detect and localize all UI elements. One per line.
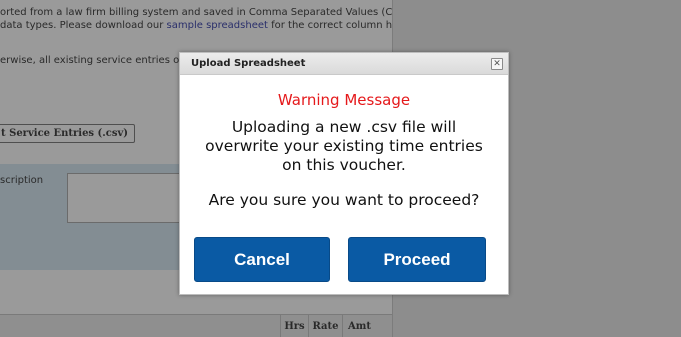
column-header-hrs: Hrs [280,315,308,337]
dialog-title: Upload Spreadsheet [191,58,306,69]
intro-text-after: for the correct column headings [271,20,393,31]
intro-text-before: data types. Please download our [0,20,167,31]
column-header-rate: Rate [308,315,342,337]
warning-message-line: on this voucher. [282,156,406,174]
cancel-button[interactable]: Cancel [194,237,330,282]
sample-spreadsheet-link[interactable]: sample spreadsheet [167,20,268,31]
service-entries-table-header: Hrs Rate Amt [0,314,392,337]
column-header-amt: Amt [342,315,376,337]
overwrite-note: erwise, all existing service entries on … [0,55,199,66]
upload-service-entries-button[interactable]: t Service Entries (.csv) [0,124,136,143]
warning-message: Uploading a new .csv file will overwrite… [190,118,498,175]
proceed-button[interactable]: Proceed [348,237,486,282]
intro-text-line-2: data types. Please download our sample s… [0,20,393,31]
description-label: scription [0,175,44,186]
warning-message-line: overwrite your existing time entries [205,137,483,155]
warning-message-line: Uploading a new .csv file will [231,118,457,136]
dialog-header: Upload Spreadsheet ✕ [180,53,508,75]
confirm-question: Are you sure you want to proceed? [208,191,480,209]
close-icon[interactable]: ✕ [491,58,503,70]
upload-spreadsheet-dialog: Upload Spreadsheet ✕ Warning Message Upl… [179,52,509,295]
intro-text-line-1: orted from a law firm billing system and… [0,7,393,18]
warning-heading: Warning Message [277,91,411,109]
